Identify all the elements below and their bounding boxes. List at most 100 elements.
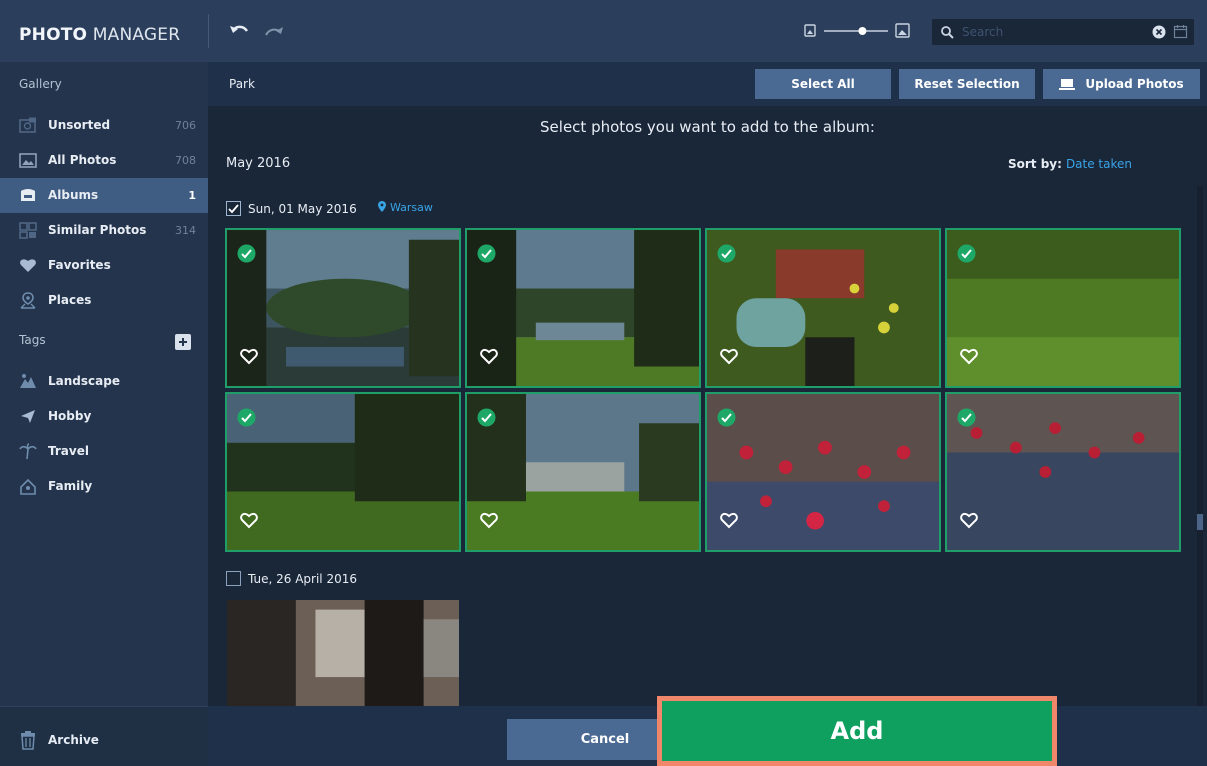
- sort-label: Sort by:: [1008, 157, 1062, 171]
- sidebar-item-archive[interactable]: Archive: [0, 706, 208, 766]
- favorite-heart-icon[interactable]: [479, 347, 499, 365]
- sidebar-item-places[interactable]: Places: [0, 283, 208, 318]
- selected-check-icon[interactable]: [477, 408, 496, 427]
- photo-thumbnail[interactable]: [705, 392, 941, 552]
- location-link[interactable]: Warsaw: [378, 201, 433, 214]
- sidebar-item-count: 708: [175, 154, 196, 167]
- favorite-heart-icon[interactable]: [479, 511, 499, 529]
- photo-image: [227, 394, 459, 550]
- selected-check-icon[interactable]: [477, 244, 496, 263]
- scrollbar-thumb[interactable]: [1197, 514, 1203, 530]
- scrollbar[interactable]: [1197, 186, 1203, 706]
- upload-photos-button[interactable]: Upload Photos: [1043, 69, 1200, 99]
- photo-thumbnail[interactable]: [465, 392, 701, 552]
- photo-image: [227, 230, 459, 386]
- redo-icon[interactable]: [263, 24, 285, 40]
- top-bar: PHOTO MANAGER: [0, 0, 1207, 62]
- photo-thumbnail[interactable]: [225, 598, 461, 706]
- photo-thumbnail[interactable]: [945, 392, 1181, 552]
- gallery-heading: Gallery: [19, 77, 62, 91]
- sidebar-item-label: Albums: [48, 188, 99, 202]
- checkmark-icon: [228, 204, 239, 214]
- divider: [208, 14, 209, 48]
- app-logo: PHOTO MANAGER: [19, 25, 181, 45]
- album-toolbar: Park Select All Reset Selection Upload P…: [208, 62, 1207, 106]
- photo-thumbnail[interactable]: [705, 228, 941, 388]
- photos-icon: [19, 153, 37, 168]
- undo-icon[interactable]: [229, 22, 251, 40]
- sidebar-item-similar-photos[interactable]: Similar Photos 314: [0, 213, 208, 248]
- sidebar-item-unsorted[interactable]: Unsorted 706: [0, 108, 208, 143]
- add-button-highlight: Add: [657, 696, 1057, 766]
- photo-selection-area: Select photos you want to add to the alb…: [208, 106, 1207, 706]
- archive-label: Archive: [48, 733, 99, 747]
- family-icon: [20, 478, 36, 495]
- palm-icon: [19, 443, 37, 460]
- month-heading: May 2016: [226, 156, 291, 171]
- sidebar-item-travel[interactable]: Travel: [0, 434, 208, 469]
- photo-image: [947, 230, 1179, 386]
- day-select-checkbox[interactable]: [226, 201, 241, 216]
- breadcrumb: Park: [229, 77, 255, 91]
- selected-check-icon[interactable]: [957, 244, 976, 263]
- location-label: Warsaw: [390, 201, 433, 214]
- unsorted-icon: [19, 117, 36, 133]
- selected-check-icon[interactable]: [957, 408, 976, 427]
- action-bar: Cancel Add: [208, 696, 1207, 766]
- sort-value[interactable]: Date taken: [1066, 157, 1132, 171]
- favorite-heart-icon[interactable]: [959, 511, 979, 529]
- sidebar-item-favorites[interactable]: Favorites: [0, 248, 208, 283]
- sidebar: Gallery Unsorted 706 All Photos 708 Albu…: [0, 62, 208, 766]
- hobby-icon: [21, 410, 35, 423]
- clear-search-icon[interactable]: [1152, 25, 1166, 39]
- add-tag-button[interactable]: [175, 334, 191, 350]
- photo-image: [707, 394, 939, 550]
- sidebar-item-all-photos[interactable]: All Photos 708: [0, 143, 208, 178]
- favorite-heart-icon[interactable]: [239, 511, 259, 529]
- selected-check-icon[interactable]: [237, 408, 256, 427]
- selected-check-icon[interactable]: [717, 244, 736, 263]
- photo-image: [467, 394, 699, 550]
- photo-image: [227, 600, 459, 706]
- favorite-heart-icon[interactable]: [719, 347, 739, 365]
- calendar-icon[interactable]: [1173, 24, 1188, 39]
- selected-check-icon[interactable]: [237, 244, 256, 263]
- favorite-heart-icon[interactable]: [959, 347, 979, 365]
- photo-image: [707, 230, 939, 386]
- similar-icon: [19, 222, 37, 239]
- sidebar-item-albums[interactable]: Albums 1: [0, 178, 208, 213]
- pin-icon: [20, 292, 36, 309]
- sidebar-item-label: Travel: [48, 444, 89, 458]
- sidebar-item-label: Places: [48, 293, 92, 307]
- photo-thumbnail[interactable]: [225, 392, 461, 552]
- sidebar-item-count: 314: [175, 224, 196, 237]
- reset-selection-button[interactable]: Reset Selection: [899, 69, 1035, 99]
- add-button[interactable]: Add: [662, 701, 1052, 761]
- day-label: Tue, 26 April 2016: [248, 572, 357, 586]
- instruction-text: Select photos you want to add to the alb…: [540, 118, 875, 136]
- photo-thumbnail[interactable]: [465, 228, 701, 388]
- pin-icon: [378, 201, 386, 212]
- favorite-heart-icon[interactable]: [719, 511, 739, 529]
- sidebar-item-count: 1: [188, 189, 196, 202]
- photo-manager-window: PHOTO MANAGER Search Gallery Unsorted 70…: [0, 0, 1207, 766]
- select-all-button[interactable]: Select All: [755, 69, 891, 99]
- upload-photos-label: Upload Photos: [1085, 77, 1184, 91]
- favorite-heart-icon[interactable]: [239, 347, 259, 365]
- search-input[interactable]: [962, 23, 1132, 41]
- zoom-slider[interactable]: [804, 22, 912, 40]
- day-label: Sun, 01 May 2016: [248, 202, 357, 216]
- heart-icon: [20, 259, 36, 272]
- photo-thumbnail[interactable]: [225, 228, 461, 388]
- search-box: [932, 19, 1194, 45]
- sidebar-item-landscape[interactable]: Landscape: [0, 364, 208, 399]
- sidebar-item-family[interactable]: Family: [0, 469, 208, 504]
- photo-thumbnail[interactable]: [945, 228, 1181, 388]
- sidebar-item-hobby[interactable]: Hobby: [0, 399, 208, 434]
- sidebar-item-label: Landscape: [48, 374, 120, 388]
- sidebar-item-label: Family: [48, 479, 93, 493]
- day-select-checkbox[interactable]: [226, 571, 241, 586]
- albums-icon: [21, 189, 35, 201]
- selected-check-icon[interactable]: [717, 408, 736, 427]
- sort-control[interactable]: Sort by: Date taken: [1008, 157, 1132, 171]
